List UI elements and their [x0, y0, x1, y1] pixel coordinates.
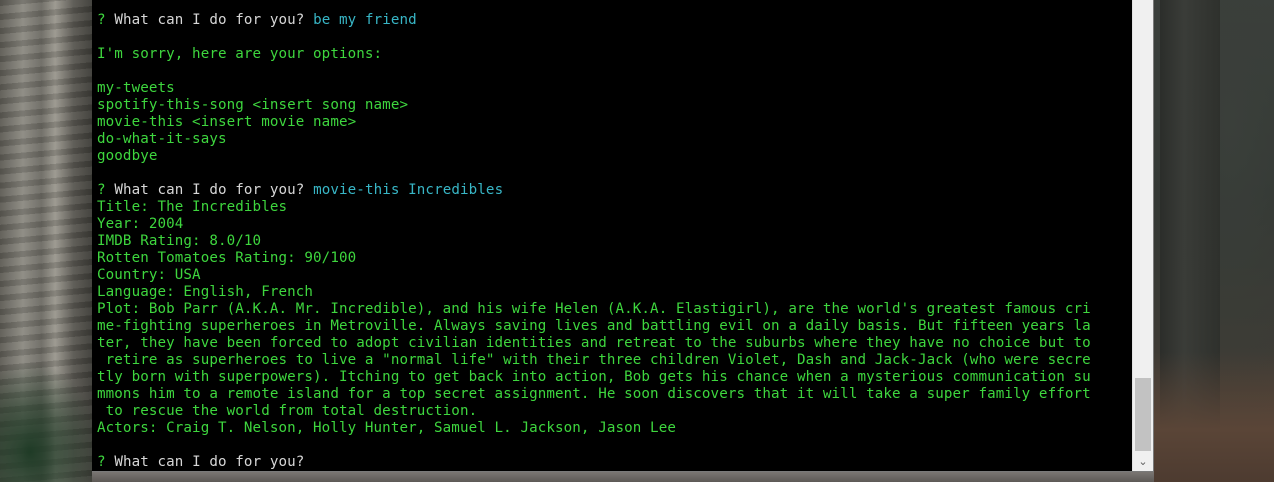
- scrollbar-thumb[interactable]: [1135, 378, 1151, 451]
- chevron-down-icon[interactable]: ⌄: [1133, 453, 1153, 471]
- fern-foliage: [0, 332, 95, 482]
- prompt-marker: ?: [97, 182, 106, 198]
- output-line: tly born with superpowers). Itching to g…: [97, 369, 1091, 385]
- output-line: Plot: Bob Parr (A.K.A. Mr. Incredible), …: [97, 301, 1091, 317]
- output-line: Year: 2004: [97, 216, 184, 232]
- output-line: Title: The Incredibles: [97, 199, 288, 215]
- output-line: do-what-it-says: [97, 131, 227, 147]
- output-line: goodbye: [97, 148, 158, 164]
- output-line: me-fighting superheroes in Metroville. A…: [97, 318, 1091, 334]
- prompt-line: ? What can I do for you?: [97, 454, 1132, 471]
- output-line: mmons him to a remote island for a top s…: [97, 386, 1091, 402]
- output-line: spotify-this-song <insert song name>: [97, 97, 409, 113]
- terminal-window[interactable]: ? What can I do for you? be my friend I'm…: [92, 0, 1154, 472]
- user-input[interactable]: movie-this Incredibles: [313, 182, 503, 198]
- terminal-output[interactable]: ? What can I do for you? be my friend I'm…: [97, 12, 1132, 472]
- prompt-line: ? What can I do for you? movie-this Incr…: [97, 182, 1132, 199]
- prompt-question: What can I do for you?: [114, 182, 305, 198]
- output-line: ter, they have been forced to adopt civi…: [97, 335, 1091, 351]
- output-line: to rescue the world from total destructi…: [97, 403, 478, 419]
- output-line: I'm sorry, here are your options:: [97, 46, 383, 62]
- window-bottom-edge: [92, 472, 1154, 482]
- prompt-marker: ?: [97, 454, 106, 470]
- output-line: Rotten Tomatoes Rating: 90/100: [97, 250, 357, 266]
- output-line: my-tweets: [97, 80, 175, 96]
- user-input[interactable]: be my friend: [313, 12, 417, 28]
- output-line: movie-this <insert movie name>: [97, 114, 357, 130]
- vertical-scrollbar[interactable]: ⌄: [1132, 0, 1153, 471]
- output-line: IMDB Rating: 8.0/10: [97, 233, 262, 249]
- forest-ground: [1154, 352, 1274, 482]
- prompt-line: ? What can I do for you? be my friend: [97, 12, 1132, 29]
- output-line: retire as superheroes to live a "normal …: [97, 352, 1091, 368]
- output-line: Actors: Craig T. Nelson, Holly Hunter, S…: [97, 420, 676, 436]
- prompt-question: What can I do for you?: [114, 454, 305, 470]
- output-line: Country: USA: [97, 267, 201, 283]
- prompt-question: What can I do for you?: [114, 12, 305, 28]
- prompt-marker: ?: [97, 12, 106, 28]
- output-line: Language: English, French: [97, 284, 314, 300]
